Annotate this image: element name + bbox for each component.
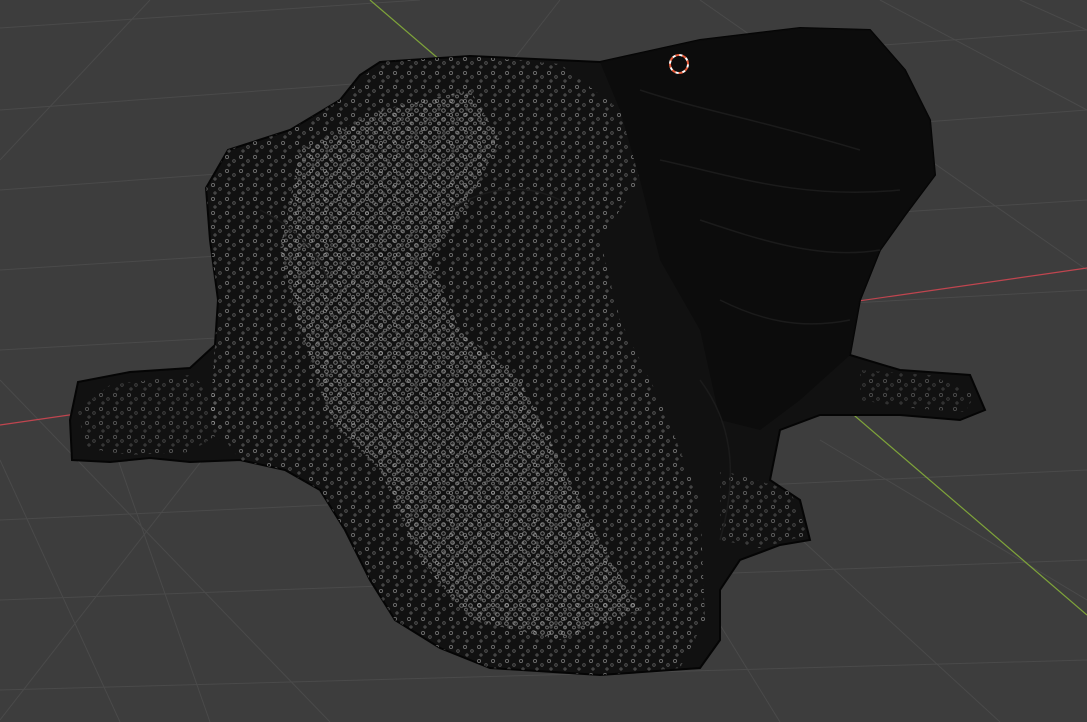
viewport-canvas[interactable] <box>0 0 1087 722</box>
3d-viewport[interactable] <box>0 0 1087 722</box>
sculpted-rock-mesh[interactable] <box>68 26 987 677</box>
